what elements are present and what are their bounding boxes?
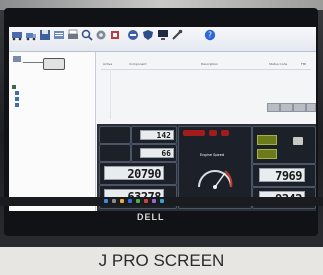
monitor-photo: ? Active Component Description Status Co… — [0, 0, 323, 247]
settings-icon[interactable] — [95, 29, 107, 41]
fault-action-button[interactable] — [306, 103, 316, 112]
tree-root-icon[interactable] — [12, 85, 16, 89]
computer-icon — [13, 56, 21, 62]
fault-action-button[interactable] — [293, 103, 306, 112]
wrench-icon[interactable] — [171, 29, 183, 41]
connection-line — [23, 62, 43, 63]
data-icon[interactable] — [53, 29, 65, 41]
taskbar-app-icon[interactable] — [152, 199, 156, 203]
main-toolbar: ? — [9, 27, 316, 52]
table-divider — [110, 69, 111, 119]
odometer-value: 20790 — [104, 166, 164, 180]
gauge-value-mid: 66 — [140, 148, 174, 158]
security-icon[interactable] — [142, 29, 154, 41]
image-caption: J PRO SCREEN — [0, 247, 323, 275]
status-indicator — [257, 135, 277, 145]
fault-action-button[interactable] — [267, 103, 280, 112]
odometer-card: 20790 — [99, 162, 177, 185]
trip-value: 7969 — [259, 168, 305, 182]
dell-logo: DELL — [137, 212, 165, 222]
start-icon[interactable] — [104, 199, 108, 203]
column-header-active[interactable]: Active — [103, 62, 112, 66]
clear-icon[interactable] — [127, 29, 139, 41]
tree-node-icon[interactable] — [15, 91, 19, 95]
search-icon[interactable] — [81, 29, 93, 41]
taskbar-app-icon[interactable] — [112, 199, 116, 203]
gauge-card: 142 — [131, 126, 177, 144]
taskbar-app-icon[interactable] — [136, 199, 140, 203]
status-indicator — [257, 149, 277, 159]
status-card — [252, 126, 316, 164]
connect-icon[interactable] — [11, 29, 23, 41]
column-header-description[interactable]: Description — [201, 62, 218, 66]
warning-lamp — [221, 130, 229, 136]
engine-icon — [293, 137, 303, 145]
jpro-application-window: ? Active Component Description Status Co… — [9, 27, 316, 211]
vehicle-icon[interactable] — [25, 29, 37, 41]
help-icon[interactable]: ? — [204, 29, 216, 41]
save-icon[interactable] — [39, 29, 51, 41]
gauge-value-top: 142 — [140, 130, 174, 140]
gauge-title: Engine Speed — [200, 153, 225, 157]
print-icon[interactable] — [67, 29, 79, 41]
gauge-card — [99, 126, 131, 144]
column-header-status-code[interactable]: Status Code — [269, 62, 287, 66]
taskbar-app-icon[interactable] — [128, 199, 132, 203]
vehicle-tree-panel — [9, 52, 96, 211]
taskbar-app-icon[interactable] — [160, 199, 164, 203]
gauge-card — [99, 144, 131, 162]
column-header-fmi[interactable]: FMI — [301, 62, 306, 66]
warning-lamp — [209, 130, 217, 136]
trip-card: 7969 — [252, 164, 316, 187]
tree-node-icon[interactable] — [15, 97, 19, 101]
tools-icon[interactable] — [109, 29, 121, 41]
monitor-icon[interactable] — [157, 29, 169, 41]
taskbar-app-icon[interactable] — [120, 199, 124, 203]
fault-table-header: Active Component Description Status Code… — [101, 61, 311, 70]
adapter-icon — [43, 58, 65, 70]
tree-node-icon[interactable] — [15, 103, 19, 107]
fault-action-button[interactable] — [280, 103, 293, 112]
taskbar-app-icon[interactable] — [144, 199, 148, 203]
engine-speed-gauge — [198, 170, 233, 189]
warning-lamp — [183, 130, 205, 136]
gauge-card: 66 — [131, 144, 177, 162]
column-header-component[interactable]: Component — [129, 62, 146, 66]
svg-text:?: ? — [208, 31, 212, 40]
